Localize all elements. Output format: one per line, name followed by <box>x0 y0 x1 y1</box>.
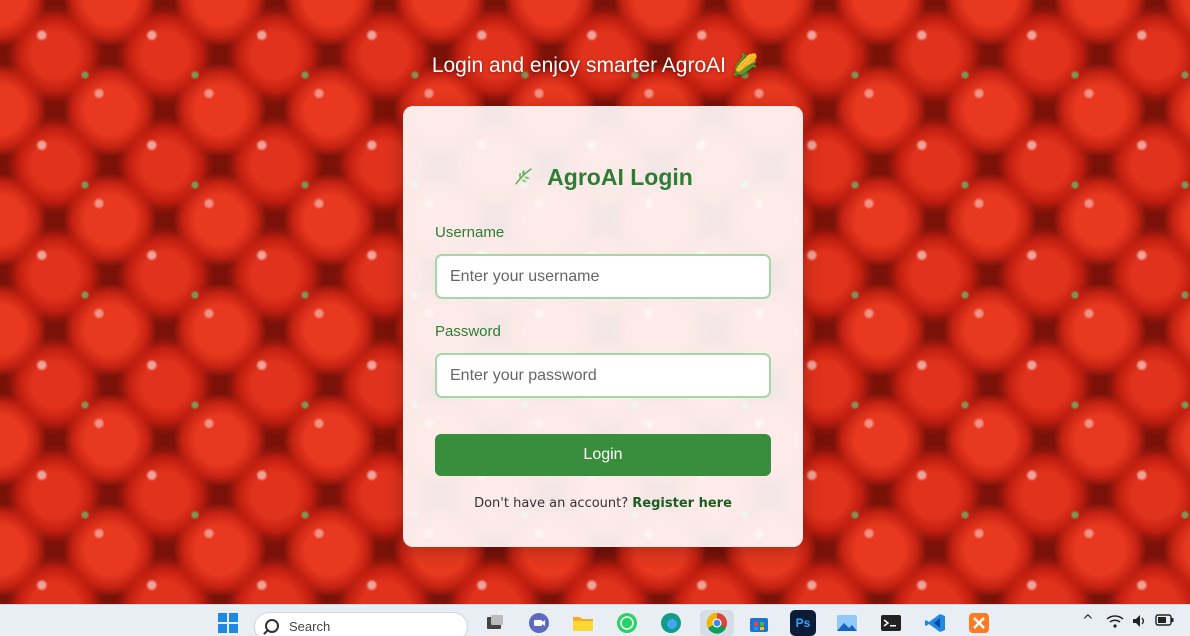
taskbar-search-box[interactable]: Search <box>254 612 468 636</box>
app-window: Login and enjoy smarter AgroAI 🌽 AgroAI L… <box>0 0 1190 636</box>
page-tagline: Login and enjoy smarter AgroAI 🌽 <box>0 54 1190 78</box>
register-prompt: Don't have an account? Register here <box>403 496 803 511</box>
file-explorer-icon[interactable] <box>570 610 596 636</box>
battery-icon[interactable] <box>1155 613 1175 631</box>
corn-icon: 🌽 <box>732 54 759 77</box>
register-link[interactable]: Register here <box>632 496 732 511</box>
username-input[interactable] <box>435 254 771 299</box>
terminal-icon[interactable] <box>878 610 904 636</box>
search-icon <box>265 619 279 633</box>
task-view-icon[interactable] <box>482 610 508 636</box>
windows-start-icon[interactable] <box>215 610 241 636</box>
edge-icon[interactable] <box>658 610 684 636</box>
login-title: AgroAI Login <box>403 164 803 193</box>
whatsapp-icon[interactable] <box>614 610 640 636</box>
wifi-icon[interactable] <box>1106 613 1124 633</box>
login-button[interactable]: Login <box>435 434 771 476</box>
vscode-icon[interactable] <box>922 610 948 636</box>
photos-icon[interactable] <box>834 610 860 636</box>
chevron-up-icon[interactable]: ^ <box>1082 613 1094 629</box>
tagline-text: Login and enjoy smarter AgroAI <box>431 54 727 77</box>
login-title-text: AgroAI Login <box>547 164 693 190</box>
windows-taskbar: Search Ps ^ <box>0 604 1190 636</box>
username-label: Username <box>435 224 505 241</box>
register-prompt-text: Don't have an account? <box>474 496 629 511</box>
xampp-icon[interactable] <box>966 610 992 636</box>
meet-icon[interactable] <box>526 610 552 636</box>
password-label: Password <box>435 323 501 340</box>
volume-icon[interactable] <box>1131 613 1149 633</box>
search-placeholder: Search <box>289 619 331 634</box>
store-icon[interactable] <box>746 610 772 636</box>
chrome-icon[interactable] <box>700 610 734 636</box>
photoshop-icon[interactable]: Ps <box>790 610 816 636</box>
herb-leaf-icon <box>513 165 535 193</box>
login-card: AgroAI Login Username Password Login Don… <box>403 106 803 547</box>
password-input[interactable] <box>435 353 771 398</box>
